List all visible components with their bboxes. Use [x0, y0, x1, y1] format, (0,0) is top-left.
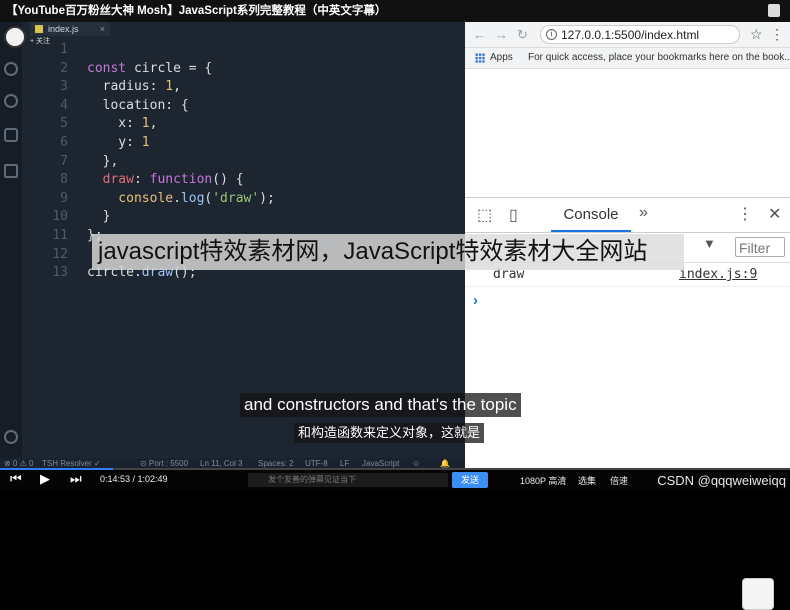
reload-icon[interactable]: ↻	[517, 27, 528, 43]
replay-icon[interactable]	[742, 578, 774, 610]
code-token: function	[149, 172, 213, 188]
code-line: },	[87, 153, 119, 169]
devtools-menu-icon[interactable]: ⋮	[737, 204, 753, 224]
search-icon[interactable]	[4, 62, 18, 76]
avatar[interactable]	[4, 26, 26, 48]
page-content	[465, 69, 790, 199]
bookmarks-bar: Apps For quick access, place your bookma…	[465, 48, 790, 69]
code-token: location: {	[87, 97, 189, 113]
code-token: },	[87, 153, 119, 169]
menu-icon[interactable]: ⋮	[770, 26, 784, 43]
next-icon[interactable]: ⏭	[70, 471, 82, 487]
code-line: console.log('draw');	[87, 191, 275, 206]
line-number: 6	[60, 135, 68, 150]
code-token: circle = {	[133, 60, 213, 76]
code-line: const circle = {	[87, 61, 212, 76]
debug-icon[interactable]	[4, 164, 18, 178]
play-icon[interactable]: ▶	[40, 471, 50, 487]
apps-icon[interactable]	[475, 53, 485, 63]
apps-link[interactable]: Apps	[490, 48, 513, 68]
code-token: ,	[173, 79, 181, 95]
gear-icon[interactable]	[4, 430, 18, 444]
episodes-button[interactable]: 选集	[578, 474, 596, 487]
star-icon[interactable]: ☆	[750, 26, 763, 43]
inspect-icon[interactable]: ⬚	[477, 205, 492, 225]
code-line: y: 1	[87, 135, 150, 150]
source-control-icon[interactable]	[4, 128, 18, 142]
line-number: 4	[60, 97, 68, 113]
code-token: 1	[141, 116, 150, 132]
code-token: 'draw'	[212, 190, 260, 206]
tab-index-js[interactable]: index.js ×	[30, 22, 110, 36]
line-number: 3	[60, 79, 68, 95]
code-line: draw: function() {	[87, 172, 244, 187]
code-token: ,	[149, 116, 158, 132]
previous-icon[interactable]: ⏮	[10, 471, 22, 487]
dropdown-icon[interactable]: ▼	[703, 236, 716, 251]
more-tabs-icon[interactable]: »	[639, 204, 648, 222]
extensions-icon[interactable]	[4, 94, 18, 108]
line-number: 11	[52, 228, 68, 243]
forward-icon[interactable]: →	[495, 27, 508, 42]
danmu-input[interactable]: 发个友善的弹幕见证当下	[248, 473, 448, 487]
speed-button[interactable]: 倍速	[610, 474, 628, 487]
subtitle-english: and constructors and that's the topic	[240, 393, 521, 417]
close-icon[interactable]: ×	[100, 22, 105, 36]
code-token: );	[259, 190, 275, 206]
code-line: radius: 1,	[87, 79, 181, 94]
console-prompt[interactable]: ›	[473, 292, 478, 309]
code-line: location: {	[87, 98, 189, 113]
code-token: draw	[87, 172, 134, 188]
code-token: x:	[87, 116, 142, 132]
code-token: const	[87, 60, 134, 76]
tab-label: index.js	[48, 24, 79, 34]
line-number: 2	[60, 60, 68, 76]
activity-bar	[0, 22, 26, 470]
code-token: }	[87, 209, 111, 225]
address-bar[interactable]: i 127.0.0.1:5500/index.html	[540, 25, 740, 44]
line-number: 13	[52, 265, 68, 281]
code-token: radius:	[87, 79, 166, 95]
line-number: 12	[52, 246, 68, 262]
code-token: () {	[212, 172, 244, 188]
playback-time: 0:14:53 / 1:02:49	[100, 474, 168, 484]
code-token: log	[180, 190, 205, 206]
info-icon[interactable]: i	[546, 29, 557, 40]
line-number: 7	[60, 153, 68, 169]
source-watermark: CSDN @qqqweiweiqq	[657, 473, 786, 488]
code-token: y:	[87, 135, 142, 150]
code-token: 1	[165, 79, 174, 95]
device-toggle-icon[interactable]: ▯	[509, 205, 518, 225]
code-token: .	[173, 190, 181, 206]
close-devtools-icon[interactable]: ✕	[768, 204, 781, 224]
send-button[interactable]: 发送	[452, 472, 488, 488]
code-token: :	[133, 172, 150, 188]
code-line: x: 1,	[87, 116, 157, 131]
js-file-icon	[35, 25, 43, 33]
download-icon[interactable]	[768, 4, 780, 17]
quality-button[interactable]: 1080P 高清	[520, 474, 566, 487]
log-source-link[interactable]: index.js:9	[679, 267, 757, 282]
code-line: }	[87, 209, 111, 225]
code-token: 1	[141, 135, 150, 150]
code-token: console	[87, 190, 174, 206]
toolbar: ← → ↻ i 127.0.0.1:5500/index.html ☆ ⋮	[465, 22, 790, 48]
line-number: 5	[60, 116, 68, 132]
line-number: 9	[60, 190, 68, 206]
video-title: 【YouTube百万粉丝大神 Mosh】JavaScript系列完整教程（中英文…	[0, 0, 790, 22]
back-icon[interactable]: ←	[473, 27, 486, 42]
url-text: 127.0.0.1:5500/index.html	[561, 28, 700, 42]
line-number: 10	[52, 209, 68, 225]
bookmarks-hint: For quick access, place your bookmarks h…	[528, 52, 790, 63]
tab-console[interactable]: Console	[551, 198, 631, 232]
line-number: 8	[60, 172, 68, 188]
line-number: 1	[60, 42, 68, 57]
watermark-banner: javascript特效素材网，JavaScript特效素材大全网站	[92, 234, 684, 270]
devtools-toolbar: ⬚ ▯ Console » ⋮ ✕	[465, 198, 790, 233]
filter-input[interactable]: Filter	[735, 237, 785, 257]
subtitle-chinese: 和构造函数来定义对象，这就是	[294, 423, 485, 443]
